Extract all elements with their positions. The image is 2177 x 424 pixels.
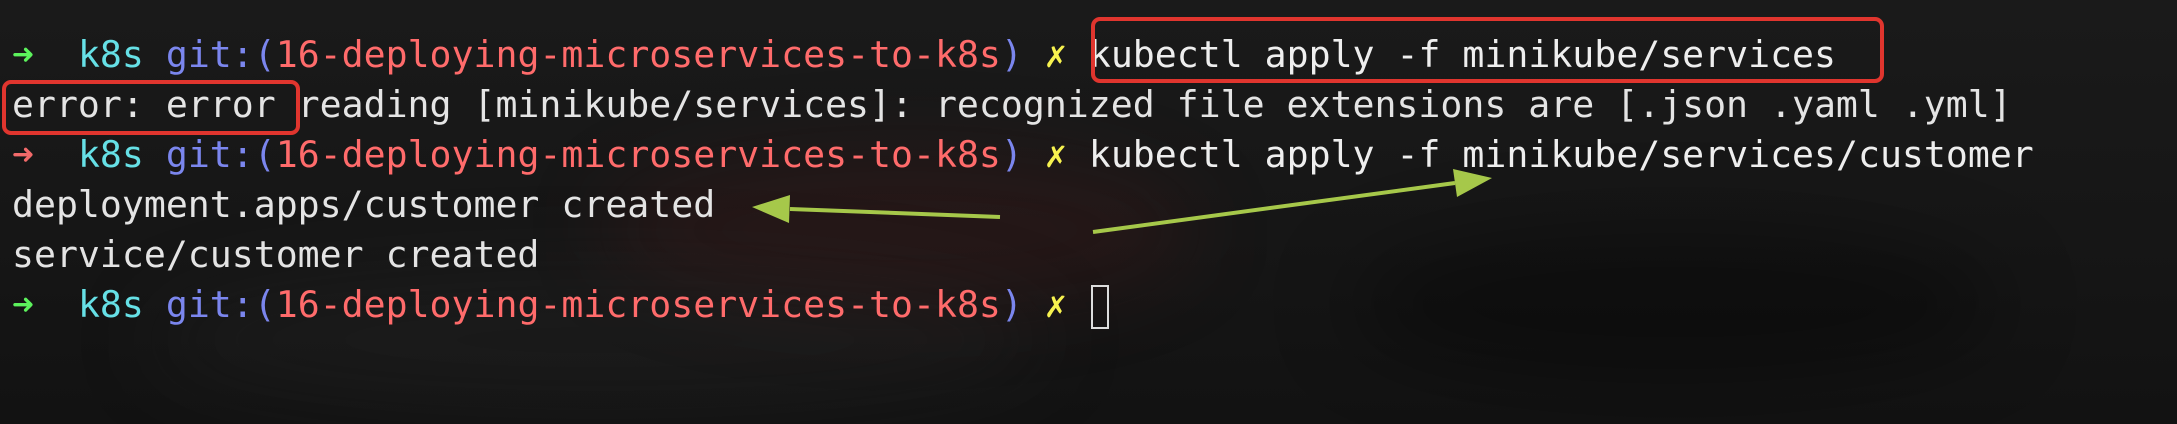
command-text[interactable]: kubectl apply -f minikube/services (1089, 33, 1836, 76)
prompt-arrow-icon: ➜ (12, 33, 34, 76)
prompt-directory: k8s (77, 33, 144, 76)
prompt-branch: 16-deploying-microservices-to-k8s (275, 33, 1001, 76)
prompt-git-close: ) (1000, 133, 1023, 176)
prompt-git-close: ) (1000, 283, 1023, 326)
prompt-git-label: git:( (165, 283, 276, 326)
command-text[interactable]: kubectl apply -f minikube/services/custo… (1089, 133, 2034, 176)
prompt-directory: k8s (77, 283, 144, 326)
dirty-mark-icon: ✗ (1044, 283, 1067, 326)
prompt-arrow-icon: ➜ (12, 133, 34, 176)
terminal-output-error: error: error reading [minikube/services]… (12, 83, 2012, 126)
terminal-output-line: service/customer created (12, 233, 540, 276)
background-haze (1350, 230, 2000, 380)
terminal-output-line: deployment.apps/customer created (12, 183, 716, 226)
prompt-branch: 16-deploying-microservices-to-k8s (275, 133, 1001, 176)
terminal-line-prompt: ➜ k8s git:(16-deploying-microservices-to… (12, 130, 2034, 180)
dirty-mark-icon: ✗ (1044, 33, 1067, 76)
prompt-git-close: ) (1000, 33, 1023, 76)
dirty-mark-icon: ✗ (1044, 133, 1067, 176)
annotation-arrow-to-deployment (752, 195, 1001, 223)
prompt-directory: k8s (77, 133, 144, 176)
prompt-arrow-icon: ➜ (12, 283, 34, 326)
prompt-branch: 16-deploying-microservices-to-k8s (275, 283, 1001, 326)
prompt-git-label: git:( (165, 33, 276, 76)
terminal-line-prompt: ➜ k8s git:(16-deploying-microservices-to… (12, 280, 1109, 330)
terminal-window[interactable]: ➜ k8s git:(16-deploying-microservices-to… (0, 0, 2177, 424)
prompt-git-label: git:( (165, 133, 276, 176)
terminal-line-prompt: ➜ k8s git:(16-deploying-microservices-to… (12, 30, 1836, 80)
cursor-block[interactable] (1090, 284, 1109, 329)
